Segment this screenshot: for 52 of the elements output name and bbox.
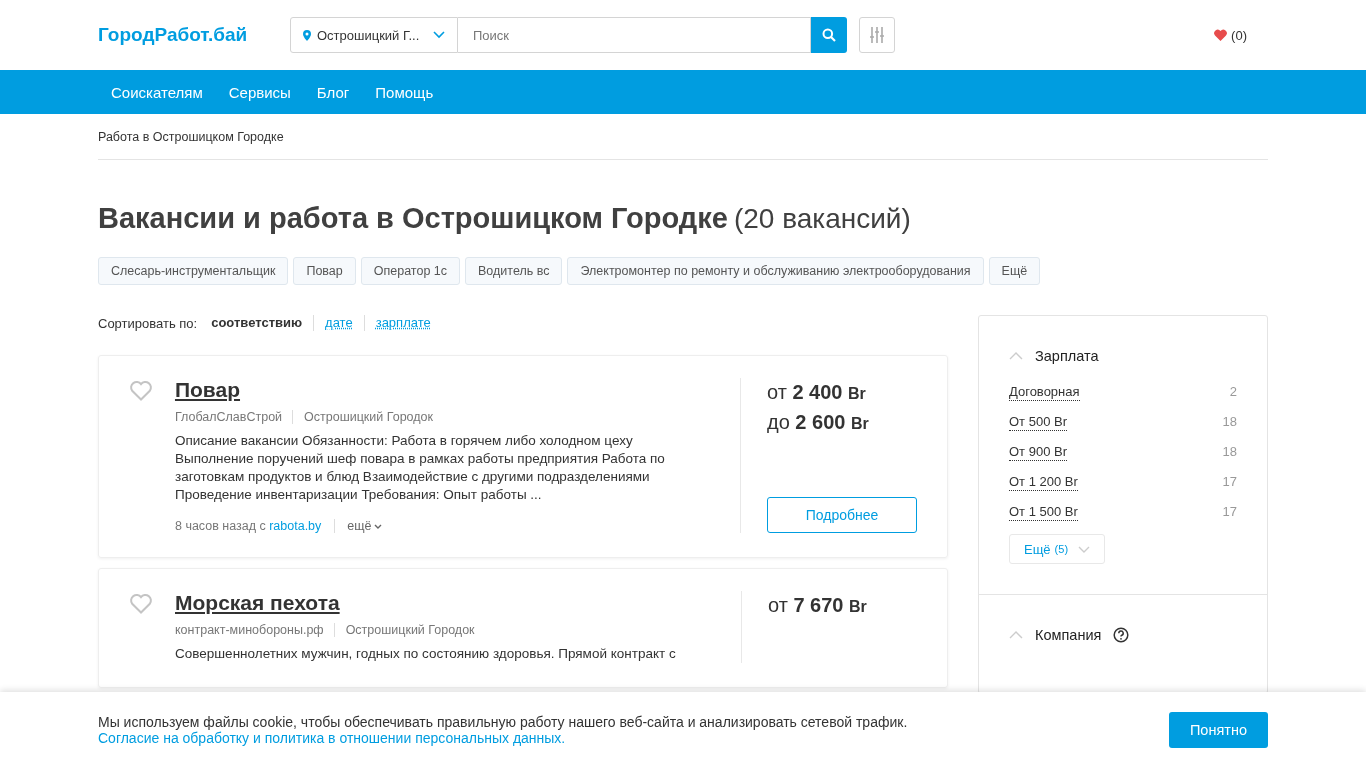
pin-icon — [303, 29, 311, 41]
salary: до 2 600 Br — [767, 410, 870, 435]
tag-link[interactable]: Водитель вс — [465, 257, 563, 285]
search-field[interactable]: Поиск — [458, 17, 811, 53]
heart-icon — [1214, 29, 1228, 41]
vacancy-location: Острошицкий Городок — [292, 410, 433, 424]
help-icon — [1113, 627, 1130, 643]
sort-option[interactable]: соответствию — [211, 315, 314, 331]
heart-icon — [128, 378, 155, 403]
vacancy-location: Острошицкий Городок — [333, 623, 475, 637]
chevron-down-icon — [373, 523, 382, 529]
breadcrumb-link[interactable]: Работа в Острошицком Городке — [98, 130, 284, 144]
vacancy-description: Совершеннолетних мужчин, годных по состоянию здоровья. Прямой контракт с — [175, 645, 677, 663]
filter-option[interactable]: От 900 Br — [1009, 444, 1067, 461]
chevron-down-icon — [433, 31, 445, 39]
tag-link[interactable]: Электромонтер по ремонту и обслуживанию электрооборудования — [567, 257, 984, 285]
vacancy-count: (20 вакансий) — [733, 203, 911, 235]
cookie-notice: Мы используем файлы cookie, чтобы обеспечивать правильную работу нашего веб-сайта и анализировать сетевой трафик. — [98, 714, 908, 730]
tag-link[interactable]: Повар — [293, 257, 356, 285]
company-name: контракт-минобороны.рф — [175, 623, 324, 637]
chevron-down-icon — [1078, 545, 1091, 553]
filter-option[interactable]: От 1 500 Br — [1009, 504, 1078, 521]
salary: от 2 400 Br — [767, 380, 867, 405]
tag-link[interactable]: Ещё — [988, 257, 1041, 285]
favorites-link[interactable]: (0) — [1214, 27, 1247, 43]
option-count: 17 — [1222, 474, 1237, 491]
option-count: 17 — [1222, 504, 1237, 521]
location-dropdown[interactable]: Острошицкий Г... — [290, 17, 458, 53]
vacancy-description: Описание вакансии Обязанности: Работа в горячем либо холодном цеху Выполнение поручений шеф повара в рамках работы предприятия Работа по заготовкам продуктов и блюд Взаимодействие с другими подразделениями Проведение инвентаризации Требования: Опыт работы ... — [174, 432, 666, 504]
sliders-icon — [870, 27, 884, 43]
search-button[interactable] — [811, 17, 847, 53]
option-count: 18 — [1222, 444, 1237, 461]
tag-link[interactable]: Оператор 1с — [360, 257, 460, 285]
filter-section-toggle[interactable]: Зарплата — [1035, 348, 1099, 364]
posted-time: 8 часов назад с rabota.by — [174, 519, 322, 533]
salary: от 7 670 Br — [768, 593, 868, 618]
search-icon — [822, 28, 836, 42]
company-name: ГлобалСлавСтрой — [174, 410, 283, 424]
filter-option[interactable]: От 500 Br — [1009, 414, 1067, 431]
filter-section-toggle[interactable]: Компания — [1035, 627, 1102, 643]
vacancy-title[interactable]: Повар — [174, 378, 240, 401]
option-count: 18 — [1222, 414, 1237, 431]
more-link[interactable]: ещё — [334, 519, 382, 533]
page-title: Вакансии и работа в Острошицком Городке — [98, 202, 728, 235]
heart-icon — [129, 591, 155, 616]
filter-option[interactable]: От 1 200 Br — [1009, 474, 1078, 491]
option-count: 2 — [1229, 384, 1237, 401]
sort-label: Сортировать по: — [98, 315, 198, 331]
vacancy-title[interactable]: Морская пехота — [175, 591, 340, 614]
filter-option[interactable]: Договорная — [1009, 384, 1080, 401]
tag-link[interactable]: Слесарь-инструментальщик — [98, 257, 289, 285]
filter-button[interactable] — [859, 17, 895, 53]
